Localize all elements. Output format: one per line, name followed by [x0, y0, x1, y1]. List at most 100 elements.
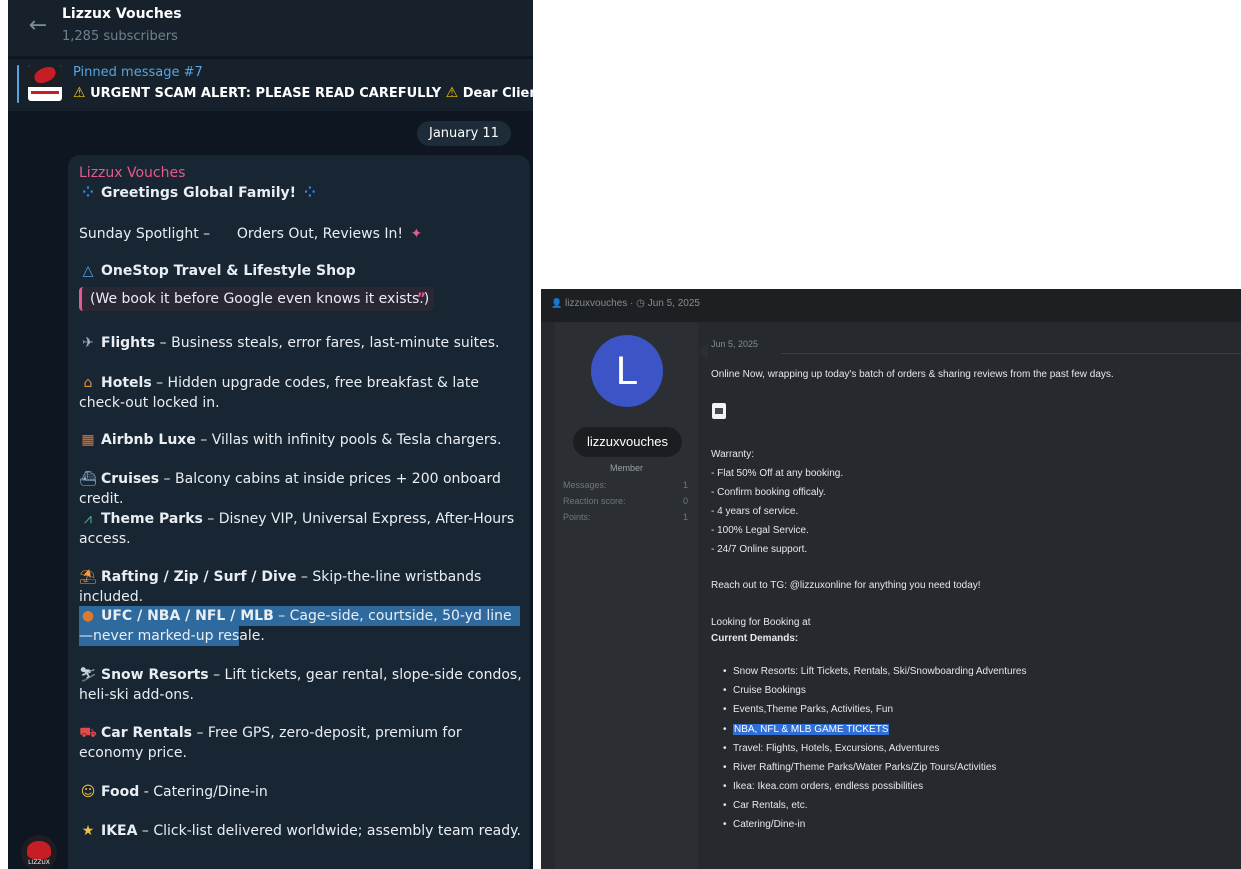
shop-line: △ OneStop Travel & Lifestyle Shop	[79, 261, 524, 281]
pinned-thumbnail	[28, 65, 62, 101]
feature-hotels: ⌂ Hotels – Hidden upgrade codes, free bre…	[79, 373, 524, 413]
basketball-icon: ●	[81, 608, 95, 624]
feature-title: Airbnb Luxe	[101, 432, 196, 448]
user-avatar[interactable]: L	[591, 335, 663, 407]
stat-label: Points:	[563, 512, 591, 522]
demand-item: Catering/Dine-in	[723, 818, 805, 832]
feature-cruises: ⛴ Cruises – Balcony cabins at inside pric…	[79, 469, 524, 509]
demand-item-highlighted: NBA, NFL & MLB GAME TICKETS	[723, 723, 890, 737]
ship-icon: ⛴	[79, 471, 97, 487]
building-icon: ▦	[81, 432, 95, 448]
feature-title: Food	[101, 784, 140, 800]
feature-title: Theme Parks	[101, 511, 203, 527]
warranty-title: Warranty:	[711, 449, 754, 460]
stat-reaction-score: Reaction score: 0	[563, 496, 688, 506]
pinned-preview: ⚠ URGENT SCAM ALERT: PLEASE READ CAREFUL…	[73, 85, 533, 101]
shop-name: OneStop Travel & Lifestyle Shop	[101, 263, 356, 279]
clock-icon: ◷	[636, 298, 645, 309]
post-meta-bar: 👤 lizzuxvouches · ◷ Jun 5, 2025	[541, 289, 1241, 322]
telegram-channel-view: ← Lizzux Vouches 1,285 subscribers Pinne…	[8, 0, 533, 869]
meta-username[interactable]: lizzuxvouches	[565, 298, 627, 309]
star-icon: ★	[81, 823, 95, 839]
demand-item: Car Rentals, etc.	[723, 799, 808, 813]
warranty-item: - 24/7 Online support.	[711, 544, 808, 555]
demand-item: River Rafting/Theme Parks/Water Parks/Zi…	[723, 761, 996, 775]
stat-points: Points: 1	[563, 512, 688, 522]
spotlight-text: Sunday Spotlight – Orders Out, Reviews I…	[79, 226, 403, 242]
forum-post-view: 👤 lizzuxvouches · ◷ Jun 5, 2025 L lizzux…	[541, 289, 1241, 869]
stat-messages: Messages: 1	[563, 480, 688, 490]
user-icon: 👤	[551, 298, 563, 308]
feature-rafting: ⛱ Rafting / Zip / Surf / Dive – Skip-the-…	[79, 567, 524, 607]
demand-item: Travel: Flights, Hotels, Excursions, Adv…	[723, 742, 939, 756]
greeting-text: Greetings Global Family!	[101, 185, 297, 201]
post-intro: Online Now, wrapping up today's batch of…	[711, 369, 1114, 380]
greeting-line: ⁘ Greetings Global Family! ⁘	[79, 183, 524, 203]
quote-text: (We book it before Google even knows it …	[90, 291, 430, 307]
channel-avatar[interactable]: LIZZUX	[21, 835, 57, 869]
quote-mark-icon: ”	[416, 291, 426, 307]
looking-line: Looking for Booking at	[711, 617, 811, 628]
triangle-icon: △	[82, 263, 94, 279]
feature-title: Car Rentals	[101, 725, 193, 741]
feature-snow-resorts: ⛷ Snow Resorts – Lift tickets, gear renta…	[79, 665, 524, 705]
back-arrow-icon[interactable]: ←	[24, 12, 52, 40]
warning-icon: ⚠	[73, 85, 86, 101]
face-icon: ☺	[80, 784, 96, 800]
post-pointer	[698, 343, 708, 359]
demand-item: Events,Theme Parks, Activities, Fun	[723, 703, 893, 717]
feature-title: Flights	[101, 335, 156, 351]
message-author[interactable]: Lizzux Vouches	[79, 165, 185, 181]
post-date[interactable]: Jun 5, 2025	[711, 339, 758, 349]
date-divider: January 11	[417, 121, 511, 146]
subscriber-count: 1,285 subscribers	[62, 29, 178, 44]
demand-text: NBA, NFL & MLB GAME TICKETS	[733, 724, 890, 735]
feature-title: Cruises	[101, 471, 160, 487]
stat-label: Reaction score:	[563, 496, 626, 506]
warning-icon: ⚠	[445, 85, 459, 101]
blue-diamond-icon: ⁘	[82, 185, 94, 201]
feature-flights: ✈ Flights – Business steals, error fares,…	[79, 333, 524, 353]
feature-title: Snow Resorts	[101, 667, 209, 683]
warranty-item: - Confirm booking officaly.	[711, 487, 826, 498]
feature-title: IKEA	[101, 823, 138, 839]
feature-text: – Business steals, error fares, last-min…	[155, 335, 500, 351]
party-popper-icon: ✦	[410, 226, 423, 242]
warranty-item: - 4 years of service.	[711, 506, 799, 517]
demands-title: Current Demands:	[711, 633, 799, 644]
meta-separator: ·	[630, 298, 634, 309]
contact-line: Reach out to TG: @lizzuxonline for anyth…	[711, 580, 981, 591]
user-sidebar: L lizzuxvouches Member Messages: 1 Reacti…	[555, 323, 698, 869]
demand-item: Ikea: Ikea.com orders, endless possibili…	[723, 780, 923, 794]
feature-airbnb: ▦ Airbnb Luxe – Villas with infinity pool…	[79, 430, 524, 450]
feature-text: - Catering/Dine-in	[139, 784, 268, 800]
stat-value: 1	[682, 512, 688, 522]
warranty-item: - 100% Legal Service.	[711, 525, 809, 536]
feature-text: – Villas with infinity pools & Tesla cha…	[195, 432, 502, 448]
pinned-text: URGENT SCAM ALERT: PLEASE READ CAREFULLY	[90, 86, 442, 101]
blue-diamond-icon: ⁘	[304, 185, 316, 201]
demand-item: Snow Resorts: Lift Tickets, Rentals, Ski…	[723, 665, 1027, 679]
quote-block: (We book it before Google even knows it …	[79, 287, 434, 311]
skier-icon: ⛷	[79, 667, 97, 683]
pinned-indicator	[17, 65, 19, 103]
warranty-item: - Flat 50% Off at any booking.	[711, 468, 844, 479]
demand-item: Cruise Bookings	[723, 684, 806, 698]
image-attachment-icon[interactable]	[712, 403, 726, 419]
feature-car-rentals: ⛟ Car Rentals – Free GPS, zero-deposit, p…	[79, 723, 524, 763]
feature-title: Hotels	[101, 375, 152, 391]
pinned-message-bar[interactable]: Pinned message #7 ⚠ URGENT SCAM ALERT: P…	[8, 58, 533, 111]
channel-title[interactable]: Lizzux Vouches	[62, 6, 182, 22]
feature-sports: ● UFC / NBA / NFL / MLB – Cage-side, cour…	[79, 606, 524, 646]
stat-value: 0	[682, 496, 688, 506]
feature-text: – Click-list delivered worldwide; assemb…	[137, 823, 521, 839]
plane-icon: ✈	[82, 335, 94, 351]
hotel-icon: ⌂	[83, 375, 93, 391]
channel-header: ← Lizzux Vouches 1,285 subscribers	[8, 0, 533, 56]
feature-ikea: ★ IKEA – Click-list delivered worldwide; …	[79, 821, 524, 841]
spotlight-line: Sunday Spotlight – Orders Out, Reviews I…	[79, 224, 524, 244]
feature-title: UFC / NBA / NFL / MLB	[101, 608, 274, 624]
post-meta: 👤 lizzuxvouches · ◷ Jun 5, 2025	[551, 298, 700, 309]
username-button[interactable]: lizzuxvouches	[573, 427, 682, 457]
meta-date[interactable]: Jun 5, 2025	[648, 298, 700, 309]
